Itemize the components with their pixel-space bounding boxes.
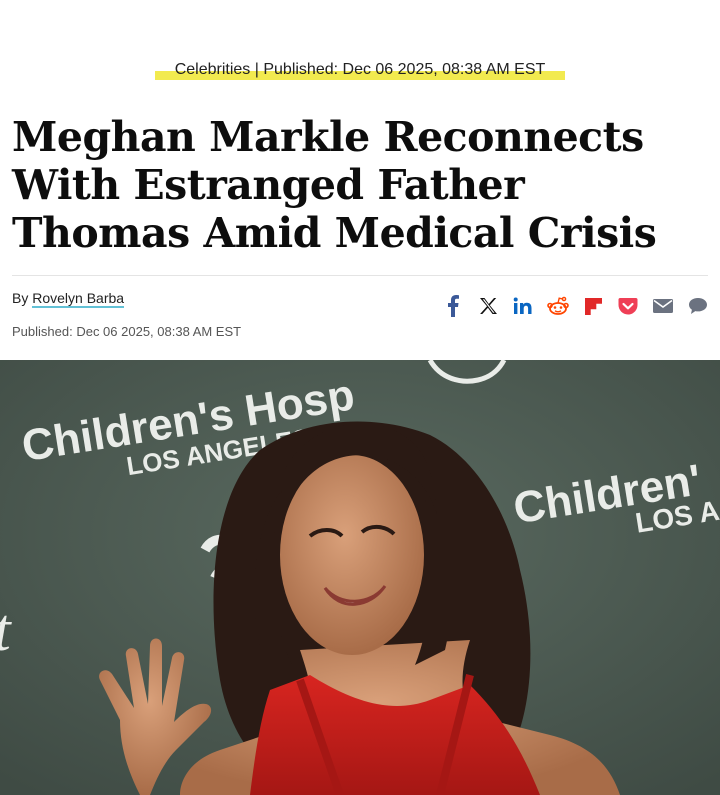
email-icon[interactable] (652, 295, 674, 317)
published-date: Published: Dec 06 2025, 08:38 AM EST (12, 324, 242, 339)
linkedin-icon[interactable] (512, 295, 534, 317)
meta-separator: | (250, 61, 264, 78)
face (280, 455, 424, 655)
byline: By Rovelyn Barba (12, 290, 125, 308)
hero-image: Children's Hosp LOS ANGELES Children' LO… (0, 360, 720, 795)
divider (12, 275, 708, 276)
flipboard-icon[interactable] (582, 295, 604, 317)
reddit-icon[interactable] (547, 295, 569, 317)
category-link[interactable]: Celebrities (175, 61, 251, 78)
article-meta: Celebrities | Published: Dec 06 2025, 08… (0, 60, 720, 80)
author-link[interactable]: Rovelyn Barba (32, 290, 125, 308)
share-bar (442, 295, 709, 317)
meta-highlight: Celebrities | Published: Dec 06 2025, 08… (154, 60, 566, 80)
backdrop-script: t (0, 597, 12, 663)
byline-prefix: By (12, 290, 33, 306)
comment-icon[interactable] (687, 295, 709, 317)
x-icon[interactable] (477, 295, 499, 317)
meta-published: Published: Dec 06 2025, 08:38 AM EST (263, 61, 546, 78)
facebook-icon[interactable] (442, 295, 464, 317)
headline: Meghan Markle Reconnects With Estranged … (12, 113, 657, 257)
pocket-icon[interactable] (617, 295, 639, 317)
